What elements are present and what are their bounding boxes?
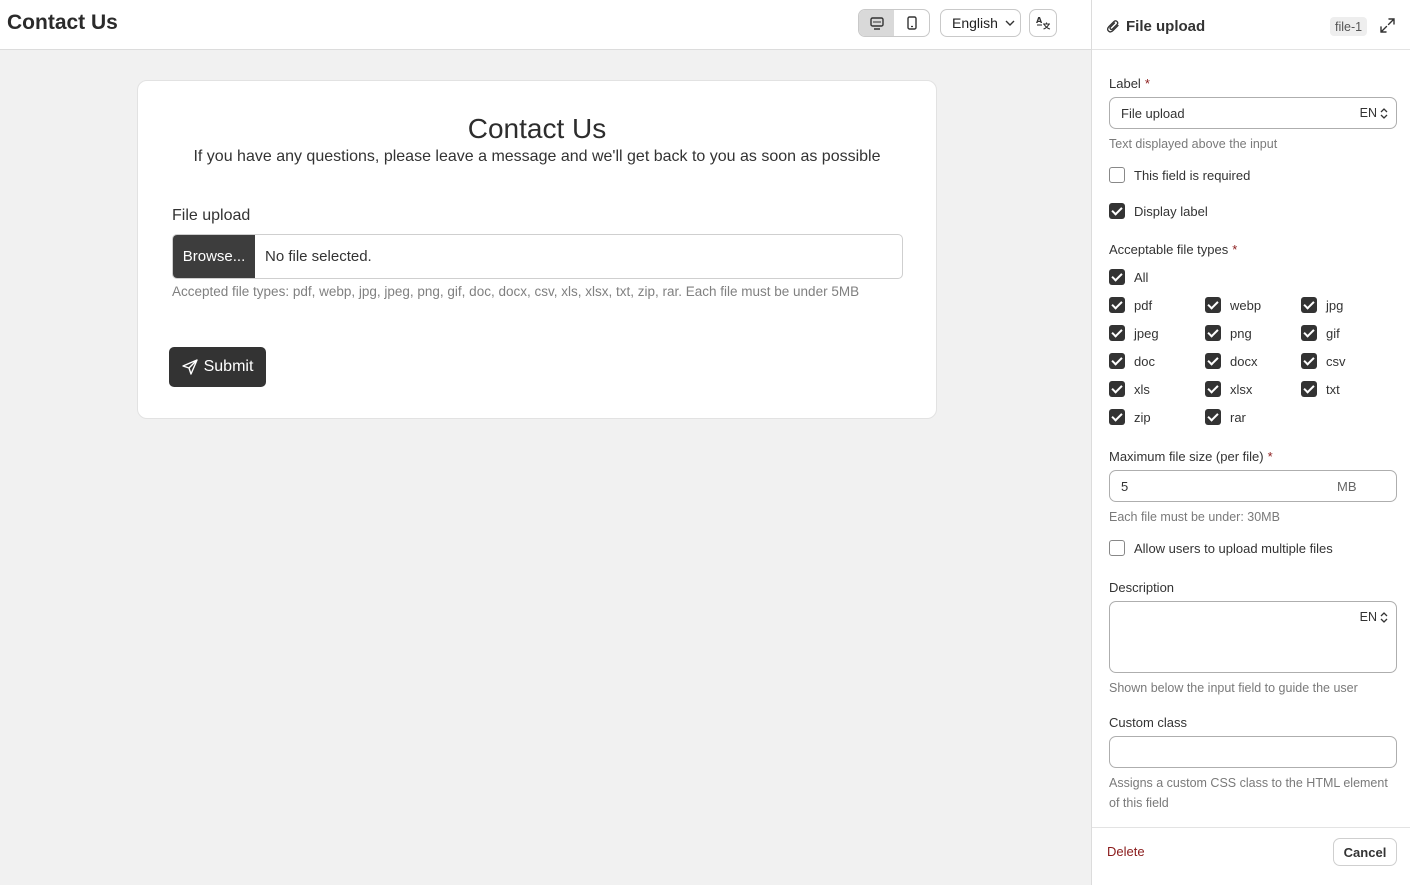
chevron-updown-icon <box>1380 611 1388 623</box>
file-type-png-label: png <box>1230 326 1252 341</box>
file-type-gif-checkbox[interactable] <box>1301 325 1317 341</box>
file-type-gif-label: gif <box>1326 326 1340 341</box>
language-value: English <box>952 15 998 31</box>
language-select[interactable]: English <box>940 9 1021 37</box>
file-type-zip-checkbox[interactable] <box>1109 409 1125 425</box>
file-type-jpg-label: jpg <box>1326 298 1344 313</box>
file-type-doc-checkbox[interactable] <box>1109 353 1125 369</box>
desktop-view-button[interactable] <box>859 10 894 36</box>
file-type-jpg-checkbox[interactable] <box>1301 297 1317 313</box>
max-size-heading: Maximum file size (per file) * <box>1109 449 1273 464</box>
mobile-view-button[interactable] <box>894 10 929 36</box>
file-type-xls-label: xls <box>1134 382 1150 397</box>
label-language-code: EN <box>1359 106 1377 120</box>
description-heading: Description <box>1109 580 1175 595</box>
panel-footer: Delete Cancel <box>1092 827 1410 885</box>
paperclip-icon <box>1106 20 1119 33</box>
required-label: This field is required <box>1134 168 1251 183</box>
file-type-xlsx-label: xlsx <box>1230 382 1253 397</box>
device-toggle <box>858 9 930 37</box>
page-title: Contact Us <box>7 11 118 34</box>
description-language-code: EN <box>1359 610 1377 624</box>
chevron-down-icon <box>1005 20 1015 26</box>
panel-header: File upload file-1 <box>1092 0 1410 50</box>
file-type-all-checkbox[interactable] <box>1109 269 1125 285</box>
translate-icon: A <box>1036 16 1050 30</box>
file-type-docx-checkbox[interactable] <box>1205 353 1221 369</box>
required-checkbox[interactable] <box>1109 167 1125 183</box>
browse-button[interactable]: Browse... <box>173 235 255 278</box>
top-bar: Contact Us English A <box>0 0 1091 50</box>
file-type-rar-label: rar <box>1230 410 1246 425</box>
file-type-xlsx-checkbox[interactable] <box>1205 381 1221 397</box>
file-type-txt-checkbox[interactable] <box>1301 381 1317 397</box>
file-type-txt-label: txt <box>1326 382 1340 397</box>
desktop-icon <box>869 16 884 30</box>
multiple-files-checkbox[interactable] <box>1109 540 1125 556</box>
file-type-zip-label: zip <box>1134 410 1151 425</box>
custom-class-heading: Custom class <box>1109 715 1188 730</box>
file-upload-label: File upload <box>172 207 251 224</box>
file-type-pdf-label: pdf <box>1134 298 1153 313</box>
display-label-checkbox[interactable] <box>1109 203 1125 219</box>
file-type-csv-label: csv <box>1326 354 1346 369</box>
description-language-select[interactable]: EN <box>1360 610 1388 624</box>
panel-title: File upload <box>1126 18 1206 35</box>
display-label-text: Display label <box>1134 204 1208 219</box>
translate-button[interactable]: A <box>1029 9 1057 37</box>
delete-link[interactable]: Delete <box>1107 844 1145 859</box>
form-title: Contact Us <box>467 113 607 144</box>
file-type-all-label: All <box>1134 270 1149 285</box>
file-type-csv-checkbox[interactable] <box>1301 353 1317 369</box>
send-icon <box>181 359 198 375</box>
label-heading: Label * <box>1109 76 1150 91</box>
file-type-jpeg-checkbox[interactable] <box>1109 325 1125 341</box>
cancel-button[interactable]: Cancel <box>1333 838 1397 866</box>
max-size-input[interactable]: 5 MB <box>1109 470 1397 502</box>
file-type-webp-label: webp <box>1230 298 1262 313</box>
label-hint: Text displayed above the input <box>1109 137 1278 151</box>
expand-icon[interactable] <box>1380 18 1395 33</box>
file-type-jpeg-label: jpeg <box>1134 326 1159 341</box>
file-type-rar-checkbox[interactable] <box>1205 409 1221 425</box>
submit-label: Submit <box>203 358 254 375</box>
file-status: No file selected. <box>265 248 372 265</box>
file-types-heading: Acceptable file types * <box>1109 242 1238 257</box>
label-input-value: File upload <box>1121 106 1185 121</box>
field-id-badge: file-1 <box>1330 17 1368 36</box>
form-preview-card: Contact Us If you have any questions, pl… <box>137 80 937 419</box>
custom-class-input[interactable] <box>1109 736 1397 768</box>
file-type-doc-label: doc <box>1134 354 1155 369</box>
submit-button[interactable]: Submit <box>169 347 266 387</box>
max-size-value: 5 <box>1121 479 1129 494</box>
chevron-updown-icon <box>1380 107 1388 119</box>
file-type-pdf-checkbox[interactable] <box>1109 297 1125 313</box>
label-language-select[interactable]: EN <box>1360 106 1388 120</box>
file-type-png-checkbox[interactable] <box>1205 325 1221 341</box>
svg-text:A: A <box>1036 16 1043 25</box>
file-type-xls-checkbox[interactable] <box>1109 381 1125 397</box>
file-upload-help: Accepted file types: pdf, webp, jpg, jpe… <box>172 284 860 299</box>
label-input[interactable]: File upload EN <box>1109 97 1397 129</box>
max-size-unit: MB <box>1337 479 1357 494</box>
file-upload-input[interactable]: Browse... No file selected. <box>172 234 903 279</box>
description-textarea[interactable]: EN <box>1109 601 1397 673</box>
multiple-files-label: Allow users to upload multiple files <box>1134 541 1333 556</box>
description-hint: Shown below the input field to guide the… <box>1109 681 1358 695</box>
file-type-webp-checkbox[interactable] <box>1205 297 1221 313</box>
mobile-icon <box>906 16 917 30</box>
form-subtitle: If you have any questions, please leave … <box>193 148 881 165</box>
file-type-docx-label: docx <box>1230 354 1258 369</box>
custom-class-hint: Assigns a custom CSS class to the HTML e… <box>1109 776 1388 810</box>
max-size-hint: Each file must be under: 30MB <box>1109 510 1280 524</box>
field-settings-panel: File upload file-1 Label * File upload EN… <box>1091 0 1410 885</box>
